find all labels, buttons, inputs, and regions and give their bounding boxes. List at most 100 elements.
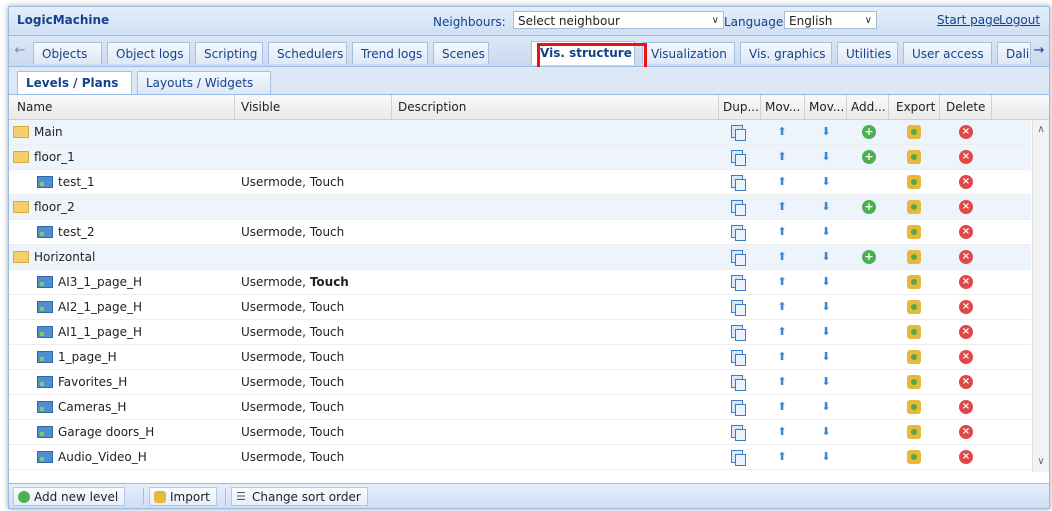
logout-link[interactable]: Logout: [999, 13, 1040, 27]
export-icon[interactable]: [907, 150, 921, 164]
arrow-down-icon[interactable]: ⬇: [819, 425, 833, 439]
arrow-down-icon[interactable]: ⬇: [819, 450, 833, 464]
table-row[interactable]: Main ⬆ ⬇ + ×: [9, 120, 1031, 145]
delete-icon[interactable]: ×: [959, 275, 973, 289]
export-icon[interactable]: [907, 225, 921, 239]
arrow-up-icon[interactable]: ⬆: [775, 250, 789, 264]
arrow-down-icon[interactable]: ⬇: [819, 175, 833, 189]
table-row[interactable]: AI3_1_page_H Usermode, Touch ⬆ ⬇ ×: [9, 270, 1031, 295]
delete-icon[interactable]: ×: [959, 175, 973, 189]
duplicate-icon[interactable]: [731, 275, 746, 291]
scroll-up-icon[interactable]: ∧: [1033, 122, 1049, 138]
arrow-up-icon[interactable]: ⬆: [775, 375, 789, 389]
arrow-down-icon[interactable]: ⬇: [819, 200, 833, 214]
table-row[interactable]: 1_page_H Usermode, Touch ⬆ ⬇ ×: [9, 345, 1031, 370]
arrow-up-icon[interactable]: ⬆: [775, 225, 789, 239]
arrow-up-icon[interactable]: ⬆: [775, 150, 789, 164]
tab-layouts-widgets[interactable]: Layouts / Widgets: [137, 71, 271, 94]
tab-dali[interactable]: Dali: [997, 42, 1031, 64]
table-row[interactable]: Favorites_H Usermode, Touch ⬆ ⬇ ×: [9, 370, 1031, 395]
column-duplicate[interactable]: Dup...: [719, 95, 761, 119]
add-new-level-button[interactable]: Add new level: [13, 487, 126, 506]
delete-icon[interactable]: ×: [959, 300, 973, 314]
arrow-down-icon[interactable]: ⬇: [819, 150, 833, 164]
tab-utilities[interactable]: Utilities: [837, 42, 898, 64]
delete-icon[interactable]: ×: [959, 400, 973, 414]
tab-vis-graphics[interactable]: Vis. graphics: [740, 42, 832, 64]
arrow-up-icon[interactable]: ⬆: [775, 300, 789, 314]
scroll-left-icon[interactable]: ←: [12, 42, 28, 60]
table-row[interactable]: Garage doors_H Usermode, Touch ⬆ ⬇ ×: [9, 420, 1031, 445]
table-row[interactable]: Horizontal ⬆ ⬇ + ×: [9, 245, 1031, 270]
delete-icon[interactable]: ×: [959, 425, 973, 439]
arrow-up-icon[interactable]: ⬆: [775, 425, 789, 439]
duplicate-icon[interactable]: [731, 125, 746, 141]
arrow-down-icon[interactable]: ⬇: [819, 300, 833, 314]
export-icon[interactable]: [907, 450, 921, 464]
export-icon[interactable]: [907, 250, 921, 264]
tab-objects[interactable]: Objects: [33, 42, 102, 64]
table-row[interactable]: Cameras_H Usermode, Touch ⬆ ⬇ ×: [9, 395, 1031, 420]
column-visible[interactable]: Visible: [235, 95, 392, 119]
column-move-up[interactable]: Mov...: [761, 95, 805, 119]
tab-trend-logs[interactable]: Trend logs: [352, 42, 428, 64]
arrow-down-icon[interactable]: ⬇: [819, 350, 833, 364]
delete-icon[interactable]: ×: [959, 125, 973, 139]
tab-user-access[interactable]: User access: [903, 42, 992, 64]
tab-visualization[interactable]: Visualization: [642, 42, 735, 64]
arrow-down-icon[interactable]: ⬇: [819, 225, 833, 239]
column-name[interactable]: Name: [9, 95, 235, 119]
table-row[interactable]: Audio_Video_H Usermode, Touch ⬆ ⬇ ×: [9, 445, 1031, 470]
table-row[interactable]: AI1_1_page_H Usermode, Touch ⬆ ⬇ ×: [9, 320, 1031, 345]
duplicate-icon[interactable]: [731, 375, 746, 391]
column-add[interactable]: Add...: [847, 95, 889, 119]
table-row[interactable]: floor_2 ⬆ ⬇ + ×: [9, 195, 1031, 220]
column-delete[interactable]: Delete: [940, 95, 992, 119]
scroll-right-icon[interactable]: →: [1031, 42, 1047, 60]
delete-icon[interactable]: ×: [959, 450, 973, 464]
add-icon[interactable]: +: [862, 200, 876, 214]
export-icon[interactable]: [907, 175, 921, 189]
export-icon[interactable]: [907, 425, 921, 439]
duplicate-icon[interactable]: [731, 325, 746, 341]
arrow-up-icon[interactable]: ⬆: [775, 350, 789, 364]
duplicate-icon[interactable]: [731, 350, 746, 366]
vertical-scrollbar[interactable]: ∧ ∨: [1032, 120, 1049, 472]
change-sort-order-button[interactable]: ☰ Change sort order: [231, 487, 368, 506]
column-export[interactable]: Export: [889, 95, 940, 119]
arrow-up-icon[interactable]: ⬆: [775, 200, 789, 214]
tab-object-logs[interactable]: Object logs: [107, 42, 190, 64]
tab-schedulers[interactable]: Schedulers: [268, 42, 347, 64]
export-icon[interactable]: [907, 125, 921, 139]
arrow-down-icon[interactable]: ⬇: [819, 125, 833, 139]
duplicate-icon[interactable]: [731, 150, 746, 166]
delete-icon[interactable]: ×: [959, 250, 973, 264]
tab-scripting[interactable]: Scripting: [195, 42, 263, 64]
delete-icon[interactable]: ×: [959, 375, 973, 389]
delete-icon[interactable]: ×: [959, 350, 973, 364]
column-move-down[interactable]: Mov...: [805, 95, 847, 119]
export-icon[interactable]: [907, 350, 921, 364]
arrow-down-icon[interactable]: ⬇: [819, 400, 833, 414]
table-row[interactable]: test_1 Usermode, Touch ⬆ ⬇ ×: [9, 170, 1031, 195]
duplicate-icon[interactable]: [731, 400, 746, 416]
tab-scenes[interactable]: Scenes: [433, 42, 489, 64]
add-icon[interactable]: +: [862, 125, 876, 139]
duplicate-icon[interactable]: [731, 425, 746, 441]
arrow-up-icon[interactable]: ⬆: [775, 125, 789, 139]
export-icon[interactable]: [907, 325, 921, 339]
delete-icon[interactable]: ×: [959, 225, 973, 239]
export-icon[interactable]: [907, 275, 921, 289]
arrow-up-icon[interactable]: ⬆: [775, 175, 789, 189]
neighbours-select[interactable]: Select neighbour ∨: [513, 11, 724, 29]
language-select[interactable]: English ∨: [784, 11, 877, 29]
scroll-down-icon[interactable]: ∨: [1033, 454, 1049, 470]
add-icon[interactable]: +: [862, 250, 876, 264]
arrow-up-icon[interactable]: ⬆: [775, 400, 789, 414]
tab-vis-structure[interactable]: Vis. structure: [531, 41, 635, 65]
add-icon[interactable]: +: [862, 150, 876, 164]
import-button[interactable]: Import: [149, 487, 217, 506]
export-icon[interactable]: [907, 300, 921, 314]
arrow-down-icon[interactable]: ⬇: [819, 325, 833, 339]
tab-levels-plans[interactable]: Levels / Plans: [17, 71, 132, 94]
